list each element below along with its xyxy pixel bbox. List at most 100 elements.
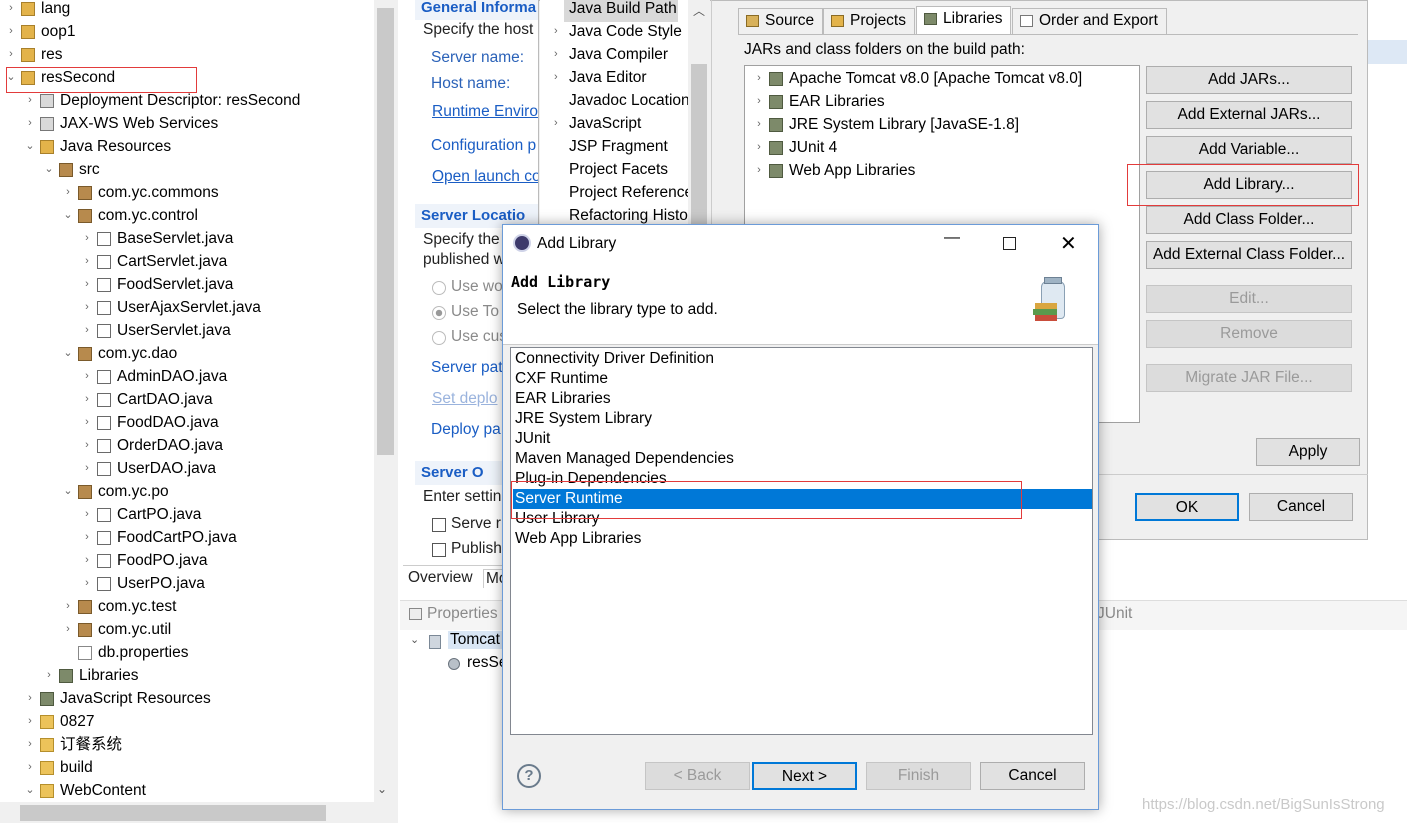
tab-source[interactable]: Source xyxy=(738,8,824,34)
expand-arrow-icon[interactable]: ⌄ xyxy=(61,342,75,365)
tree-item[interactable]: › Libraries xyxy=(0,664,374,687)
expand-arrow-icon[interactable]: › xyxy=(80,227,94,250)
expand-arrow-icon[interactable]: › xyxy=(752,136,766,159)
add-jars-button[interactable]: Add JARs... xyxy=(1146,66,1352,94)
expand-arrow-icon[interactable]: › xyxy=(80,434,94,457)
expand-arrow-icon[interactable]: › xyxy=(61,618,75,641)
library-type-item[interactable]: EAR Libraries xyxy=(513,389,1092,409)
remove-button[interactable]: Remove xyxy=(1146,320,1352,348)
library-type-item[interactable]: JUnit xyxy=(513,429,1092,449)
expand-arrow-icon[interactable]: › xyxy=(752,159,766,182)
expand-arrow-icon[interactable]: › xyxy=(80,503,94,526)
help-icon[interactable]: ? xyxy=(517,764,541,788)
expand-arrow-icon[interactable]: › xyxy=(4,43,18,66)
general-info-header[interactable]: General Informa xyxy=(415,0,538,20)
edit-button[interactable]: Edit... xyxy=(1146,285,1352,313)
runtime-environment-link[interactable]: Runtime Enviro xyxy=(432,103,538,121)
tree-item[interactable]: › UserAjaxServlet.java xyxy=(0,296,374,319)
tree-item[interactable]: › UserServlet.java xyxy=(0,319,374,342)
nav-expand-icon[interactable]: › xyxy=(554,71,558,83)
expand-arrow-icon[interactable]: › xyxy=(23,756,37,779)
tree-item[interactable]: › res xyxy=(0,43,374,66)
tab-overview[interactable]: Overview xyxy=(408,569,473,587)
expand-arrow-icon[interactable]: › xyxy=(4,20,18,43)
tree-item[interactable]: › CartDAO.java xyxy=(0,388,374,411)
tree-item[interactable]: › OrderDAO.java xyxy=(0,434,374,457)
expand-arrow-icon[interactable]: › xyxy=(80,296,94,319)
tree-item[interactable]: ⌄ com.yc.control xyxy=(0,204,374,227)
tab-projects[interactable]: Projects xyxy=(823,8,915,34)
expand-arrow-icon[interactable]: › xyxy=(80,572,94,595)
library-type-list[interactable]: Connectivity Driver Definition CXF Runtim… xyxy=(510,347,1093,735)
nav-expand-icon[interactable]: › xyxy=(554,117,558,129)
expand-arrow-icon[interactable]: › xyxy=(752,67,766,90)
nav-item[interactable]: Java Code Style xyxy=(569,23,682,41)
set-deploy-path-link[interactable]: Set deplo xyxy=(432,390,498,408)
tree-item[interactable]: › FoodDAO.java xyxy=(0,411,374,434)
tab-properties[interactable]: Properties xyxy=(427,605,498,623)
expand-arrow-icon[interactable]: › xyxy=(80,250,94,273)
expand-arrow-icon[interactable]: › xyxy=(23,733,37,756)
migrate-jar-button[interactable]: Migrate JAR File... xyxy=(1146,364,1352,392)
library-entry[interactable]: › EAR Libraries xyxy=(745,90,1139,113)
expand-arrow-icon[interactable]: › xyxy=(61,181,75,204)
library-type-item[interactable]: CXF Runtime xyxy=(513,369,1092,389)
expand-arrow-icon[interactable]: › xyxy=(80,457,94,480)
tree-item[interactable]: › BaseServlet.java xyxy=(0,227,374,250)
back-button[interactable]: < Back xyxy=(645,762,750,790)
tree-item[interactable]: › UserDAO.java xyxy=(0,457,374,480)
tree-item[interactable]: › FoodServlet.java xyxy=(0,273,374,296)
nav-expand-icon[interactable]: › xyxy=(554,48,558,60)
publish-modules-checkbox[interactable] xyxy=(432,543,446,557)
expand-arrow-icon[interactable]: › xyxy=(4,0,18,20)
expand-arrow-icon[interactable]: › xyxy=(80,365,94,388)
nav-item[interactable]: Project References xyxy=(569,184,701,202)
tab-libraries[interactable]: Libraries xyxy=(916,6,1012,34)
tree-item[interactable]: › JAX-WS Web Services xyxy=(0,112,374,135)
tree-item[interactable]: db.properties xyxy=(0,641,374,664)
serve-modules-checkbox[interactable] xyxy=(432,518,446,532)
expand-arrow-icon[interactable]: › xyxy=(80,319,94,342)
nav-item[interactable]: Java Build Path xyxy=(569,0,677,18)
expand-arrow-icon[interactable]: › xyxy=(23,710,37,733)
tab-order-export[interactable]: Order and Export xyxy=(1012,8,1167,34)
next-button[interactable]: Next > xyxy=(752,762,857,790)
tree-item[interactable]: › com.yc.commons xyxy=(0,181,374,204)
nav-item[interactable]: Java Compiler xyxy=(569,46,668,64)
add-variable-button[interactable]: Add Variable... xyxy=(1146,136,1352,164)
expand-arrow-icon[interactable]: › xyxy=(80,411,94,434)
maximize-icon[interactable] xyxy=(1003,237,1016,250)
explorer-hscroll-thumb[interactable] xyxy=(20,805,326,821)
tree-item[interactable]: › build xyxy=(0,756,374,779)
tomcat-expand-icon[interactable]: ⌄ xyxy=(410,633,419,646)
dialog-cancel-button[interactable]: Cancel xyxy=(980,762,1085,790)
nav-expand-icon[interactable]: › xyxy=(554,25,558,37)
expand-arrow-icon[interactable]: ⌄ xyxy=(61,480,75,503)
nav-item[interactable]: Javadoc Location xyxy=(569,92,690,110)
minimize-icon[interactable]: — xyxy=(944,229,960,247)
tree-item[interactable]: ⌄ src xyxy=(0,158,374,181)
tree-item[interactable]: › lang xyxy=(0,0,374,20)
add-class-folder-button[interactable]: Add Class Folder... xyxy=(1146,206,1352,234)
tree-item[interactable]: › com.yc.test xyxy=(0,595,374,618)
tree-item[interactable]: › FoodPO.java xyxy=(0,549,374,572)
tree-item[interactable]: › oop1 xyxy=(0,20,374,43)
nav-item[interactable]: JavaScript xyxy=(569,115,641,133)
apply-button[interactable]: Apply xyxy=(1256,438,1360,466)
library-type-item[interactable]: Connectivity Driver Definition xyxy=(513,349,1092,369)
tree-item[interactable]: ⌄ com.yc.dao xyxy=(0,342,374,365)
expand-arrow-icon[interactable]: › xyxy=(752,90,766,113)
add-external-class-folder-button[interactable]: Add External Class Folder... xyxy=(1146,241,1352,269)
library-type-item[interactable]: JRE System Library xyxy=(513,409,1092,429)
nav-scroll-thumb[interactable] xyxy=(691,64,707,232)
radio-tomcat[interactable] xyxy=(432,306,446,320)
tree-item[interactable]: › JavaScript Resources xyxy=(0,687,374,710)
tree-item[interactable]: › 订餐系统 xyxy=(0,733,374,756)
library-entry[interactable]: › JUnit 4 xyxy=(745,136,1139,159)
tree-item[interactable]: › 0827 xyxy=(0,710,374,733)
tree-item[interactable]: ⌄ WebContent xyxy=(0,779,374,802)
library-entry[interactable]: › Web App Libraries xyxy=(745,159,1139,182)
tomcat-server-node[interactable]: Tomcat xyxy=(448,631,502,649)
radio-workspace[interactable] xyxy=(432,281,446,295)
expand-arrow-icon[interactable]: › xyxy=(752,113,766,136)
